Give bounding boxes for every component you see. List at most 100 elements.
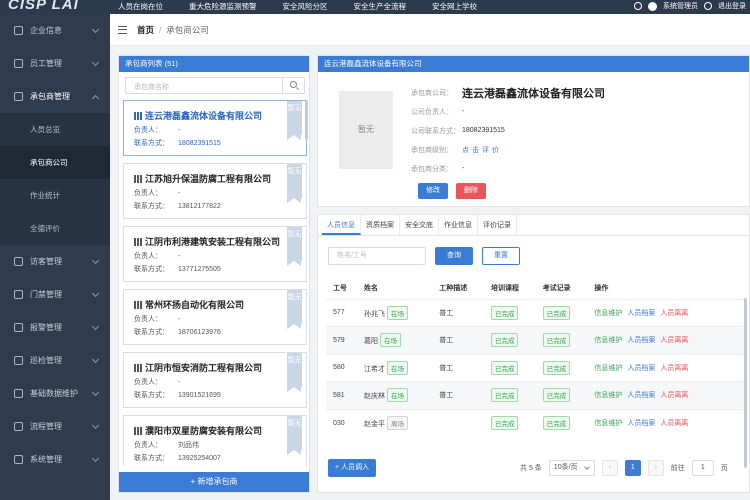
status-badge: 离场 xyxy=(386,416,408,430)
person-archive-link[interactable]: 人员档案 xyxy=(627,337,655,344)
person-leave-link[interactable]: 人员离离 xyxy=(660,420,688,427)
cell-job: 普工 xyxy=(432,353,484,382)
person-leave-link[interactable]: 人员离离 xyxy=(660,392,688,399)
train-badge: 已完成 xyxy=(490,305,519,320)
table-scrollbar[interactable] xyxy=(744,298,747,468)
tab-work-info[interactable]: 作业信息 xyxy=(439,215,478,235)
goto-page-input[interactable]: 1 xyxy=(691,460,714,476)
sidebar-item-process[interactable]: 流程管理 xyxy=(0,410,110,443)
query-button[interactable]: 查询 xyxy=(435,247,473,265)
tab-personnel[interactable]: 人员信息 xyxy=(322,215,361,235)
chevron-down-icon xyxy=(91,289,100,298)
flow-icon xyxy=(14,422,23,431)
contractor-card[interactable]: 常州环扬自动化有限公司 负责人： - 联系方式： 18706123976 暂无 xyxy=(123,289,307,345)
person-label: 负责人： xyxy=(134,127,162,134)
rate-link[interactable]: 点击评价 xyxy=(462,145,502,155)
person-label: 负责人： xyxy=(134,253,162,260)
sidebar-item-contractor[interactable]: 承包商管理 xyxy=(0,80,110,113)
sidebar-item-access[interactable]: 门禁管理 xyxy=(0,278,110,311)
person-archive-link[interactable]: 人员档案 xyxy=(627,420,655,427)
sidebar-item-label: 企业信息 xyxy=(30,26,62,35)
power-icon[interactable] xyxy=(704,2,712,10)
contractor-card[interactable]: 濮阳市双星防腐安装有限公司 负责人： 刘品伟 联系方式： 13925254007 暂… xyxy=(123,415,307,466)
delete-button[interactable]: 删除 xyxy=(456,183,486,199)
sidebar-sub-overview[interactable]: 人员总览 xyxy=(0,113,110,146)
top-nav-item[interactable]: 安全生产全流程 xyxy=(354,1,407,12)
add-contractor-button[interactable]: + 新增承包商 xyxy=(119,472,309,492)
edit-button[interactable]: 修改 xyxy=(418,183,448,199)
sidebar-sub-evaluation[interactable]: 全德评价 xyxy=(0,212,110,245)
sidebar-item-system[interactable]: 系统管理 xyxy=(0,443,110,476)
train-badge: 已完成 xyxy=(490,388,519,403)
sidebar-item-visitor[interactable]: 访客管理 xyxy=(0,245,110,278)
person-archive-link[interactable]: 人员档案 xyxy=(627,310,655,317)
goto-label: 前往 xyxy=(670,465,685,472)
sidebar-item-company[interactable]: 企业信息 xyxy=(0,14,110,47)
logout-link[interactable]: 退出登录 xyxy=(718,1,746,11)
gear-icon xyxy=(14,455,23,464)
sidebar-item-label: 系统管理 xyxy=(30,455,62,464)
info-maintain-link[interactable]: 信息维护 xyxy=(594,337,622,344)
column-header: 姓名 xyxy=(357,277,433,299)
table-row: 580 江希才 在场 普工 已完成 已完成 信息维护 人员档案 人员离离 xyxy=(326,353,744,382)
top-nav-item[interactable]: 重大危险源监测预警 xyxy=(189,1,257,12)
add-person-button[interactable]: + 人员调入 xyxy=(328,459,376,477)
next-page-button[interactable]: › xyxy=(647,460,664,476)
sidebar-sub-work-stats[interactable]: 作业统计 xyxy=(0,179,110,212)
cell-job: 普工 xyxy=(432,298,484,327)
top-nav-item[interactable]: 人员在岗在位 xyxy=(118,1,163,12)
reset-button[interactable]: 重置 xyxy=(482,247,520,265)
menu-toggle-icon[interactable] xyxy=(118,25,127,34)
contractor-search-input[interactable]: 承包商名称 xyxy=(125,77,305,94)
contractor-name: 江阴市恒安消防工程有限公司 xyxy=(145,363,263,373)
sidebar: 企业信息 员工管理 承包商管理 人员总览 承包商公司 作业统计 全德评价 访客管… xyxy=(0,14,110,500)
top-nav-item[interactable]: 安全网上学校 xyxy=(432,1,477,12)
info-maintain-link[interactable]: 信息维护 xyxy=(594,365,622,372)
contractor-name: 连云港磊鑫流体设备有限公司 xyxy=(145,111,263,121)
top-nav-item[interactable]: 安全风险分区 xyxy=(283,1,328,12)
contractor-list-panel: 承包商列表 (51) 承包商名称 连云港磊鑫流体设备有限公司 负责人： - 联系方… xyxy=(118,55,310,493)
cell-name: 赵金平 xyxy=(364,421,386,428)
tab-qualification[interactable]: 资质档案 xyxy=(361,215,400,235)
info-maintain-link[interactable]: 信息维护 xyxy=(594,420,622,427)
sidebar-sub-contractor-company[interactable]: 承包商公司 xyxy=(0,146,110,179)
person-leave-link[interactable]: 人员离离 xyxy=(660,337,688,344)
exam-badge: 已完成 xyxy=(542,388,571,403)
sidebar-item-inspection[interactable]: 巡检管理 xyxy=(0,344,110,377)
person-archive-link[interactable]: 人员档案 xyxy=(627,365,655,372)
person-archive-link[interactable]: 人员档案 xyxy=(627,392,655,399)
sidebar-item-label: 巡检管理 xyxy=(30,356,62,365)
name-search-input[interactable]: 姓名/工号 xyxy=(328,247,426,265)
person-leave-link[interactable]: 人员离离 xyxy=(660,365,688,372)
avatar[interactable] xyxy=(648,1,657,11)
breadcrumb-current: 承包商公司 xyxy=(166,24,209,35)
search-button[interactable] xyxy=(282,78,304,93)
page-size-select[interactable]: 10条/页 xyxy=(548,460,595,476)
list-scrollbar[interactable] xyxy=(305,100,308,140)
sidebar-item-basedata[interactable]: 基础数据维护 xyxy=(0,377,110,410)
prev-page-button[interactable]: ‹ xyxy=(601,460,618,476)
current-page[interactable]: 1 xyxy=(624,460,641,476)
inspection-icon xyxy=(14,356,23,365)
help-icon[interactable] xyxy=(634,2,642,10)
phone-value: 18706123976 xyxy=(178,329,221,336)
breadcrumb-home[interactable]: 首页 xyxy=(137,24,154,36)
info-maintain-link[interactable]: 信息维护 xyxy=(594,392,622,399)
contractor-card[interactable]: 江阴市恒安消防工程有限公司 负责人： - 联系方式： 13901521699 暂无 xyxy=(123,352,307,408)
contractor-card[interactable]: 江苏旭升保温防腐工程有限公司 负责人： - 联系方式： 13812177822 暂无 xyxy=(123,163,307,219)
tab-evaluation[interactable]: 评价记录 xyxy=(478,215,517,235)
sidebar-item-alarm[interactable]: 报警管理 xyxy=(0,311,110,344)
info-maintain-link[interactable]: 信息维护 xyxy=(594,310,622,317)
contractor-card[interactable]: 江阴市利港建筑安装工程有限公司 负责人： - 联系方式： 13771275505 暂… xyxy=(123,226,307,282)
pagination: 共 5 条 10条/页 ‹ 1 › 前往 1 页 xyxy=(520,460,728,476)
user-name[interactable]: 系统管理员 xyxy=(663,1,698,11)
tab-safety-briefing[interactable]: 安全交底 xyxy=(400,215,439,235)
contractor-name: 濮阳市双星防腐安装有限公司 xyxy=(145,426,263,436)
sidebar-item-label: 访客管理 xyxy=(30,257,62,266)
person-leave-link[interactable]: 人员离离 xyxy=(660,310,688,317)
train-badge: 已完成 xyxy=(490,360,519,375)
person-label: 负责人： xyxy=(134,316,162,323)
table-row: 030 赵金平 离场 已完成 已完成 信息维护 人员档案 人员离离 xyxy=(326,408,744,437)
contractor-card[interactable]: 连云港磊鑫流体设备有限公司 负责人： - 联系方式： 18082391515 暂无 xyxy=(123,100,307,156)
sidebar-item-staff[interactable]: 员工管理 xyxy=(0,47,110,80)
